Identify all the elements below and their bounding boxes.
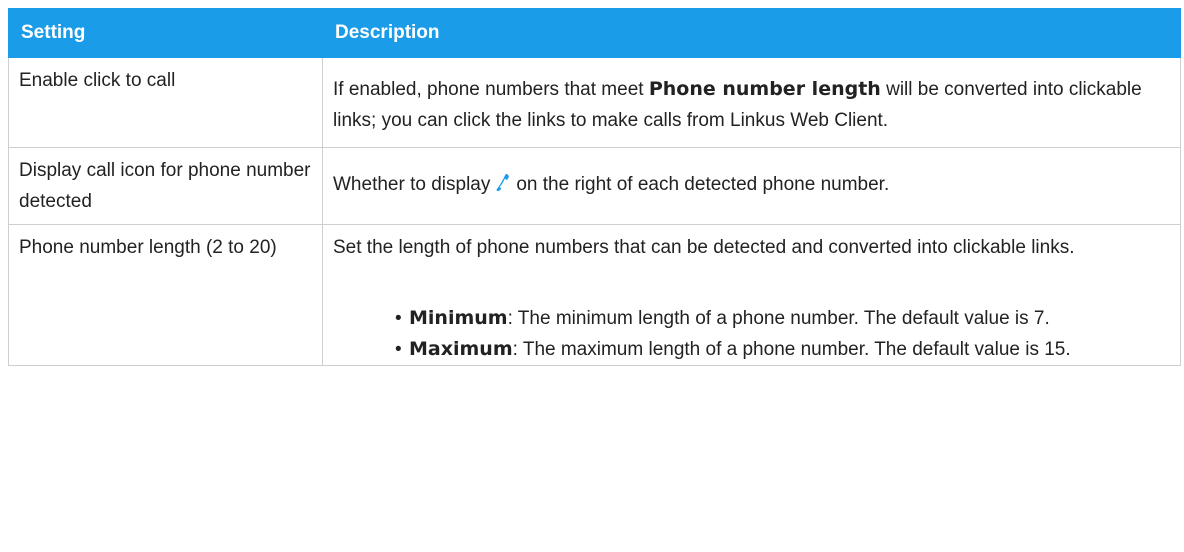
description-cell: Whether to display on the right of each d… bbox=[322, 147, 1181, 225]
description-cell: Set the length of phone numbers that can… bbox=[322, 224, 1181, 366]
table-header-row: Setting Description bbox=[8, 8, 1181, 58]
table-row: Enable click to call If enabled, phone n… bbox=[8, 57, 1181, 148]
table-row: Display call icon for phone number detec… bbox=[8, 147, 1181, 225]
setting-cell: Display call icon for phone number detec… bbox=[8, 147, 323, 225]
header-setting: Setting bbox=[8, 8, 323, 58]
setting-cell: Enable click to call bbox=[8, 57, 323, 148]
length-limits-list: • Minimum: The minimum length of a phone … bbox=[333, 303, 1170, 365]
settings-table-container: Setting Description Enable click to call… bbox=[8, 8, 1181, 366]
description-text: If enabled, phone numbers that meet bbox=[333, 79, 649, 100]
setting-cell: Phone number length (2 to 20) bbox=[8, 224, 323, 366]
list-item-term: Maximum bbox=[409, 338, 513, 360]
settings-table: Setting Description Enable click to call… bbox=[8, 8, 1181, 366]
list-item: • Minimum: The minimum length of a phone … bbox=[395, 303, 1170, 334]
list-item: • Maximum: The maximum length of a phone … bbox=[395, 334, 1170, 365]
list-item-text: : The maximum length of a phone number. … bbox=[512, 339, 1071, 360]
bullet-icon: • bbox=[395, 339, 402, 360]
list-item-text: : The minimum length of a phone number. … bbox=[507, 308, 1050, 329]
list-item-term: Minimum bbox=[409, 307, 508, 329]
description-text: Whether to display bbox=[333, 174, 491, 195]
description-text: on the right of each detected phone numb… bbox=[516, 174, 890, 195]
description-cell: If enabled, phone numbers that meet Phon… bbox=[322, 57, 1181, 148]
header-description: Description bbox=[322, 8, 1181, 58]
description-bold-term: Phone number length bbox=[648, 78, 881, 100]
phone-handset-icon bbox=[496, 172, 510, 203]
bullet-icon: • bbox=[395, 308, 402, 329]
table-row: Phone number length (2 to 20) Set the le… bbox=[8, 224, 1181, 366]
description-intro: Set the length of phone numbers that can… bbox=[333, 237, 1075, 258]
